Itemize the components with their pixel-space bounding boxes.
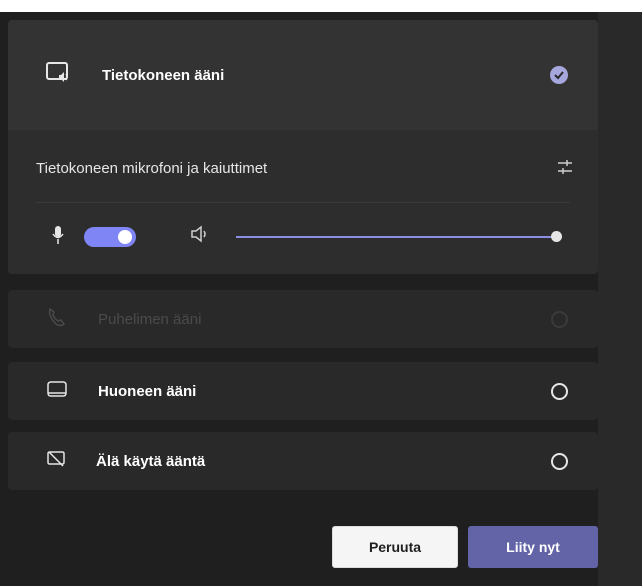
phone-icon: [46, 306, 68, 333]
option-label-computer-audio: Tietokoneen ääni: [102, 66, 225, 84]
option-room-audio[interactable]: Huoneen ääni: [8, 362, 598, 420]
radio-phone-audio: [551, 310, 568, 328]
join-now-button[interactable]: Liity nyt: [468, 526, 598, 568]
option-label-no-audio: Älä käytä ääntä: [96, 452, 206, 470]
computer-audio-icon: [46, 61, 72, 90]
device-settings-icon[interactable]: [556, 158, 574, 181]
selected-check-icon: [550, 66, 568, 84]
side-panel: [598, 12, 642, 586]
speaker-volume-track[interactable]: [236, 236, 562, 238]
audio-settings-screen: Tietokoneen ääni Tietokoneen mikrofoni j…: [0, 12, 642, 586]
divider: [36, 202, 570, 203]
device-settings-panel: Tietokoneen mikrofoni ja kaiuttimet: [8, 130, 598, 274]
option-phone-audio: Puhelimen ääni: [8, 290, 598, 348]
radio-no-audio[interactable]: [551, 452, 568, 470]
radio-room-audio[interactable]: [551, 382, 568, 400]
room-icon: [46, 379, 68, 404]
option-label-phone-audio: Puhelimen ääni: [98, 310, 202, 328]
microphone-icon: [52, 225, 64, 250]
option-computer-audio[interactable]: Tietokoneen ääni: [8, 20, 598, 130]
speaker-icon: [190, 224, 212, 249]
option-label-room-audio: Huoneen ääni: [98, 382, 197, 400]
microphone-toggle[interactable]: [84, 227, 136, 247]
option-no-audio[interactable]: Älä käytä ääntä: [8, 432, 598, 490]
cancel-button[interactable]: Peruuta: [332, 526, 458, 568]
speaker-volume-thumb[interactable]: [551, 231, 562, 242]
device-panel-title: Tietokoneen mikrofoni ja kaiuttimet: [36, 160, 268, 177]
no-audio-icon: [46, 449, 66, 474]
toggle-knob: [118, 230, 132, 244]
